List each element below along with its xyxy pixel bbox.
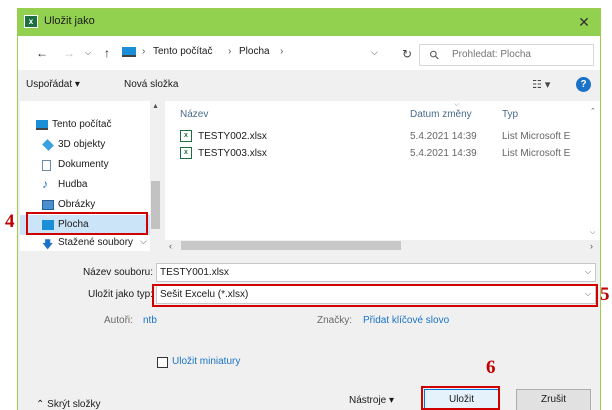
tree-item-hudba[interactable]: ♪ Hudba bbox=[20, 175, 150, 195]
scroll-down-icon[interactable]: ⌵ bbox=[590, 229, 595, 237]
file-list: Název Datum změny ⌵ Typ ⌃ x TESTY002.xls… bbox=[165, 101, 600, 251]
computer-icon bbox=[122, 47, 136, 57]
tree-item-3d-objekty[interactable]: 3D objekty bbox=[20, 135, 150, 155]
tools-button[interactable]: Nástroje ▾ bbox=[349, 395, 394, 406]
tree-item-dokumenty[interactable]: Dokumenty bbox=[20, 155, 150, 175]
authors-label: Autoři: bbox=[104, 315, 133, 326]
recent-locations-button[interactable]: ⌵ bbox=[85, 48, 91, 58]
tree-item-label: Obrázky bbox=[58, 199, 96, 210]
back-button[interactable]: ← bbox=[36, 46, 48, 60]
scrollbar-thumb[interactable] bbox=[151, 181, 160, 229]
annotation-box-save bbox=[421, 386, 500, 410]
chevron-down-icon[interactable]: ⌵ bbox=[585, 267, 591, 277]
scroll-left-icon[interactable]: ‹ bbox=[169, 241, 172, 251]
file-row[interactable]: x TESTY002.xlsx 5.4.2021 14:39 List Micr… bbox=[165, 129, 570, 146]
title-bar: x Uložit jako ✕ bbox=[18, 9, 600, 36]
document-icon bbox=[42, 160, 51, 171]
navigation-pane-scrollbar[interactable]: ▲ bbox=[150, 101, 161, 251]
annotation-marker-4: 4 bbox=[5, 211, 15, 232]
annotation-marker-5: 5 bbox=[600, 284, 610, 305]
toolbar: Uspořádat ▾ Nová složka ☷ ▾ ? bbox=[18, 70, 600, 100]
navigation-row: ← → ⌵ ↑ › Tento počítač › Plocha › ⌵ ↻ ⚲ bbox=[18, 36, 600, 70]
cancel-button[interactable]: Zrušit bbox=[516, 389, 591, 410]
excel-file-icon: x bbox=[180, 147, 192, 159]
music-icon: ♪ bbox=[42, 177, 48, 191]
column-header-name[interactable]: Název bbox=[180, 109, 208, 120]
cube-icon bbox=[42, 139, 54, 151]
tree-item-label: Tento počítač bbox=[52, 119, 112, 130]
file-date: 5.4.2021 14:39 bbox=[410, 148, 477, 159]
breadcrumb-plocha[interactable]: Plocha bbox=[239, 46, 270, 57]
save-form-area: Název souboru: TESTY001.xlsx ⌵ Uložit ja… bbox=[18, 256, 600, 410]
scroll-up-icon[interactable]: ⌃ bbox=[590, 107, 596, 115]
file-row[interactable]: x TESTY003.xlsx 5.4.2021 14:39 List Micr… bbox=[165, 146, 570, 163]
search-box[interactable]: ⚲ bbox=[419, 44, 594, 66]
refresh-button[interactable]: ↻ bbox=[402, 47, 412, 61]
breadcrumb-tento-pocitac[interactable]: Tento počítač bbox=[153, 46, 212, 57]
file-type: List Microsoft E bbox=[502, 131, 571, 142]
close-button[interactable]: ✕ bbox=[574, 12, 594, 32]
up-button[interactable]: ↑ bbox=[104, 46, 110, 60]
file-name: TESTY002.xlsx bbox=[198, 131, 267, 142]
tree-item-tento-pocitac[interactable]: Tento počítač bbox=[20, 115, 150, 135]
filetype-label: Uložit jako typ: bbox=[87, 289, 153, 300]
tree-item-label: 3D objekty bbox=[58, 139, 106, 150]
breadcrumb-separator: › bbox=[228, 46, 232, 57]
search-icon: ⚲ bbox=[426, 46, 443, 64]
tree-item-label: Stažené soubory bbox=[58, 237, 134, 248]
new-folder-button[interactable]: Nová složka bbox=[124, 79, 178, 90]
address-bar[interactable]: › Tento počítač › Plocha › ⌵ bbox=[118, 42, 398, 64]
tree-item-stazene-soubory[interactable]: 🡇 Stažené soubory ⌵ bbox=[20, 235, 150, 251]
address-dropdown-button[interactable]: ⌵ bbox=[371, 47, 378, 58]
close-icon: ✕ bbox=[578, 14, 590, 30]
save-thumbnails-label[interactable]: Uložit miniatury bbox=[172, 356, 240, 367]
tags-label: Značky: bbox=[317, 315, 353, 326]
filename-input[interactable]: TESTY001.xlsx ⌵ bbox=[156, 263, 596, 282]
scrollbar-thumb[interactable] bbox=[181, 241, 401, 250]
filename-label: Název souboru: bbox=[82, 267, 153, 278]
authors-value[interactable]: ntb bbox=[143, 315, 157, 326]
help-button[interactable]: ? bbox=[576, 77, 591, 92]
column-header-type[interactable]: Typ bbox=[502, 109, 518, 120]
window-title: Uložit jako bbox=[44, 15, 95, 27]
scroll-right-icon[interactable]: › bbox=[590, 241, 593, 251]
picture-icon bbox=[42, 200, 54, 210]
file-type: List Microsoft E bbox=[502, 148, 571, 159]
tree-item-label: Dokumenty bbox=[58, 159, 109, 170]
sort-indicator-icon: ⌵ bbox=[454, 101, 460, 108]
column-header-date[interactable]: Datum změny bbox=[410, 109, 472, 120]
organize-button[interactable]: Uspořádat ▾ bbox=[26, 79, 80, 90]
view-options-button[interactable]: ☷ ▾ bbox=[532, 78, 550, 91]
save-as-dialog: x Uložit jako ✕ ← → ⌵ ↑ › Tento počítač … bbox=[17, 8, 601, 410]
scroll-up-icon[interactable]: ▲ bbox=[152, 103, 159, 110]
chevron-down-icon: ⌵ bbox=[140, 236, 147, 246]
file-name: TESTY003.xlsx bbox=[198, 148, 267, 159]
annotation-box-plocha bbox=[26, 212, 148, 235]
hide-folders-button[interactable]: ⌃ Skrýt složky bbox=[36, 399, 101, 410]
tags-value[interactable]: Přidat klíčové slovo bbox=[363, 315, 449, 326]
excel-app-icon: x bbox=[24, 15, 38, 28]
search-input[interactable] bbox=[452, 49, 590, 60]
breadcrumb-separator: › bbox=[280, 46, 284, 57]
breadcrumb-separator: › bbox=[142, 46, 146, 57]
file-date: 5.4.2021 14:39 bbox=[410, 131, 477, 142]
tree-item-label: Hudba bbox=[58, 179, 88, 190]
computer-icon bbox=[36, 120, 48, 130]
horizontal-scrollbar[interactable]: ‹ › bbox=[165, 240, 600, 251]
forward-button[interactable]: → bbox=[63, 46, 75, 60]
download-icon: 🡇 bbox=[42, 239, 54, 251]
save-thumbnails-checkbox[interactable] bbox=[157, 357, 168, 368]
filename-value: TESTY001.xlsx bbox=[160, 267, 229, 278]
annotation-marker-6: 6 bbox=[486, 357, 496, 378]
annotation-box-filetype bbox=[152, 284, 598, 307]
excel-file-icon: x bbox=[180, 130, 192, 142]
